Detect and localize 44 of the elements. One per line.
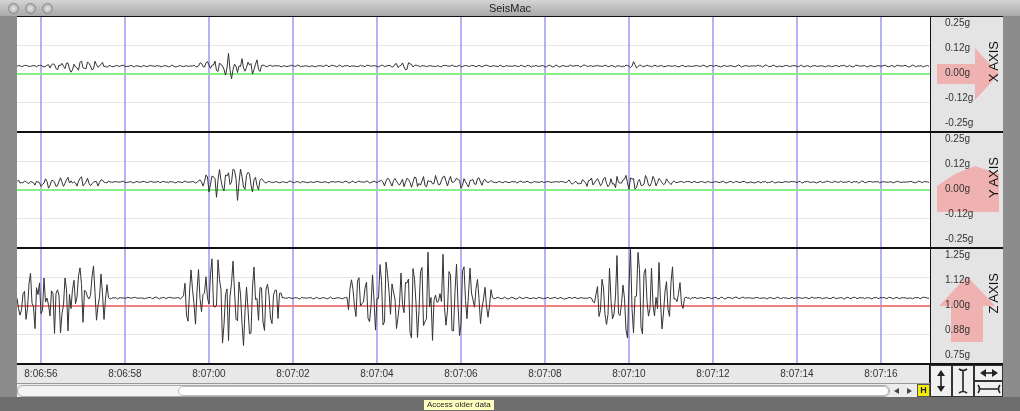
- time-label: 8:06:56: [24, 368, 58, 379]
- tick-label: 0.25g: [945, 18, 971, 28]
- axis-label: Y AXIS: [986, 157, 1001, 198]
- time-label: 8:07:12: [696, 368, 730, 379]
- time-label: 8:07:04: [360, 368, 394, 379]
- tick-label: 0.00g: [945, 184, 971, 194]
- tick-label: 1.12g: [945, 275, 971, 285]
- tick-label: -0.12g: [945, 209, 974, 219]
- tick-label: 0.25g: [945, 134, 971, 144]
- axis-label: Z AXIS: [986, 273, 1001, 314]
- horizontal-scale-button[interactable]: [974, 381, 1003, 397]
- tooltip: Access older data: [424, 400, 494, 410]
- tick-label: 0.88g: [945, 325, 971, 335]
- horizontal-zoom-button[interactable]: [974, 365, 1003, 381]
- scroll-thumb[interactable]: [178, 385, 889, 396]
- tick-label: 1.25g: [945, 250, 971, 260]
- right-arrow-icon: [907, 387, 913, 394]
- tick-label: 0.75g: [945, 350, 971, 360]
- tick-label: 0.12g: [945, 159, 971, 169]
- vertical-zoom-button[interactable]: [930, 365, 952, 397]
- tick-label: 1.00g: [945, 300, 971, 310]
- i-beam-icon: [957, 368, 969, 394]
- tick-label: 0.12g: [945, 43, 971, 53]
- tick-label: -0.25g: [945, 234, 974, 244]
- time-label: 8:06:58: [108, 368, 142, 379]
- window-title: SeisMac: [488, 2, 532, 14]
- axis-label: X AXIS: [986, 41, 1001, 83]
- vertical-scale-button[interactable]: [952, 365, 974, 397]
- time-label: 8:07:08: [528, 368, 562, 379]
- horizontal-arrows-icon: [978, 368, 999, 378]
- tick-label: -0.25g: [945, 118, 974, 128]
- horizontal-i-beam-icon: [976, 383, 1001, 395]
- time-label: 8:07:02: [276, 368, 310, 379]
- time-label: 8:07:06: [444, 368, 478, 379]
- time-label: 8:07:10: [612, 368, 646, 379]
- history-button[interactable]: H: [917, 384, 930, 397]
- vertical-arrows-icon: [936, 369, 946, 393]
- tick-label: -0.12g: [945, 93, 974, 103]
- time-label: 8:07:00: [192, 368, 226, 379]
- time-label: 8:07:14: [780, 368, 814, 379]
- time-label: 8:07:16: [864, 368, 898, 379]
- scrollbar[interactable]: [17, 384, 890, 397]
- left-arrow-icon: [894, 387, 900, 394]
- tick-label: 0.00g: [945, 68, 971, 78]
